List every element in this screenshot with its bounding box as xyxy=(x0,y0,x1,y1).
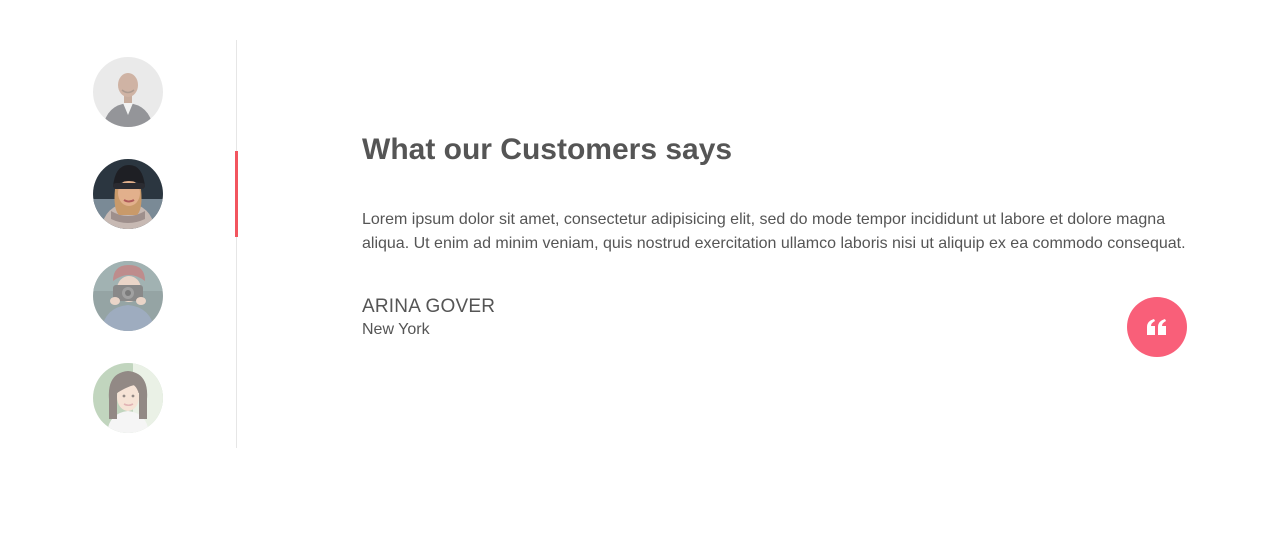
avatar-woman-icon xyxy=(93,159,163,229)
avatar-customer-3[interactable] xyxy=(93,261,163,331)
avatar-selector xyxy=(0,40,238,448)
quote-badge xyxy=(1127,297,1187,357)
active-indicator xyxy=(235,151,238,237)
testimonial-content: What our Customers says Lorem ipsum dolo… xyxy=(362,130,1192,341)
author-location: New York xyxy=(362,321,430,338)
rail-divider xyxy=(236,40,237,448)
avatar-customer-2[interactable] xyxy=(93,159,163,229)
testimonials-section: What our Customers says Lorem ipsum dolo… xyxy=(0,0,1270,546)
avatar-photographer-icon xyxy=(93,261,163,331)
avatar-customer-4[interactable] xyxy=(93,363,163,433)
section-title: What our Customers says xyxy=(362,133,733,166)
avatar-woman-portrait-icon xyxy=(93,363,163,433)
avatar-man-icon xyxy=(93,57,163,127)
testimonial-quote: Lorem ipsum dolor sit amet, consectetur … xyxy=(362,211,1186,252)
author-name: ARINA GOVER xyxy=(362,296,496,317)
quote-icon xyxy=(1147,319,1166,335)
avatar-customer-1[interactable] xyxy=(93,57,163,127)
